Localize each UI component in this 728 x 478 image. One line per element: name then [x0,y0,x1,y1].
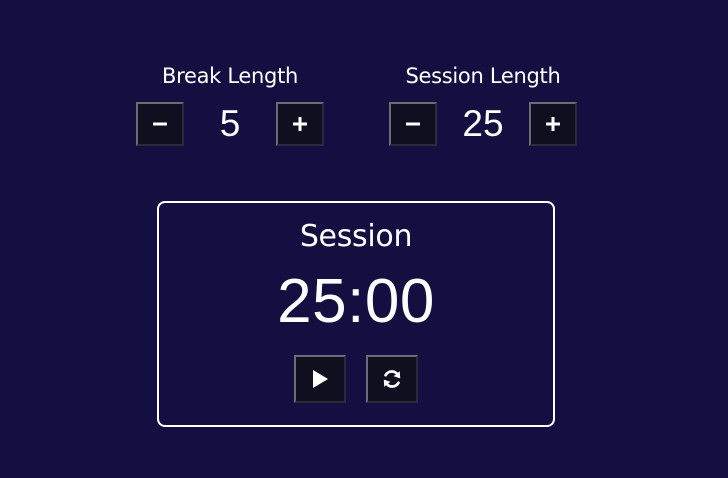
refresh-icon [383,370,401,388]
time-left-display: 25:00 [277,267,435,336]
timer-controls [294,355,418,403]
break-length-controls: 5 [136,102,324,146]
plus-icon [546,117,560,131]
plus-icon [293,117,307,131]
session-length-controls: 25 [389,102,577,146]
break-decrement-button[interactable] [136,102,184,146]
break-length-control: Break Length 5 [131,62,329,146]
session-length-label: Session Length [405,64,561,88]
start-stop-button[interactable] [294,355,346,403]
play-icon [313,370,328,388]
reset-button[interactable] [366,355,418,403]
break-length-label: Break Length [161,64,299,88]
session-length-value: 25 [462,103,504,144]
minus-icon [153,122,167,126]
break-length-value: 5 [219,103,241,144]
session-increment-button[interactable] [529,102,577,146]
minus-icon [406,122,420,126]
break-increment-button[interactable] [276,102,324,146]
timer-panel: Session 25:00 [157,201,555,427]
session-length-control: Session Length 25 [384,62,582,146]
session-decrement-button[interactable] [389,102,437,146]
timer-label: Session [299,219,413,254]
